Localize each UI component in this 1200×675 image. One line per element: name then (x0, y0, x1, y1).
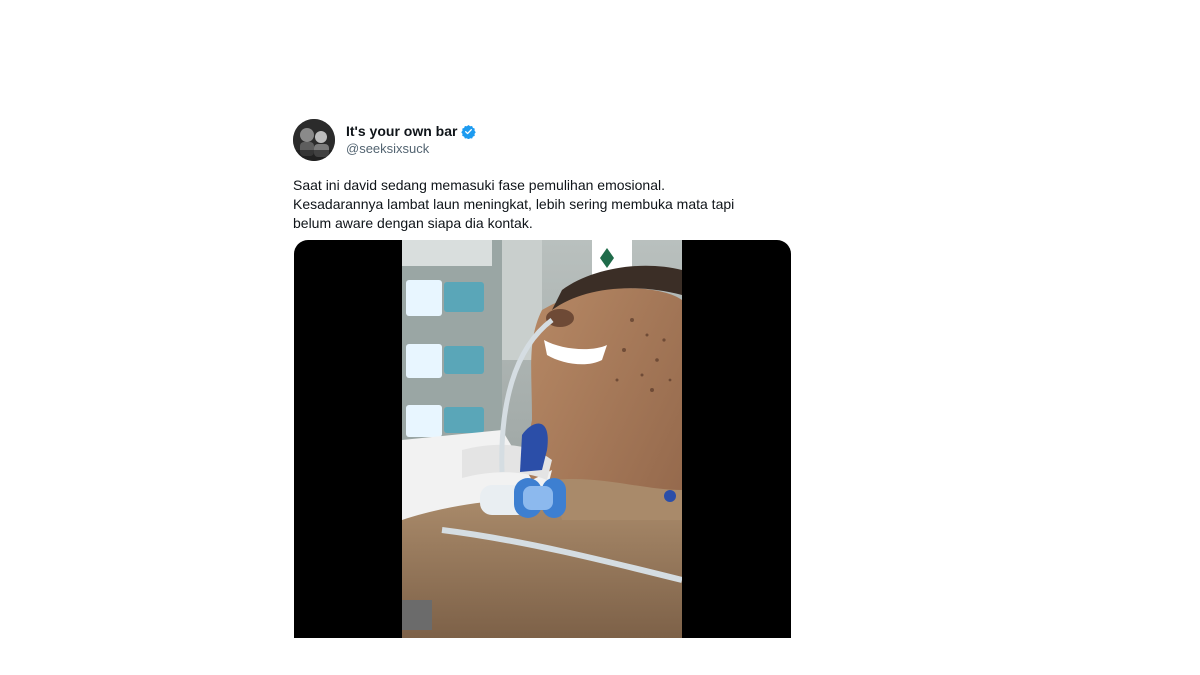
tweet-text-line: Kesadarannya lambat laun meningkat, lebi… (293, 196, 735, 212)
user-handle[interactable]: @seeksixsuck (346, 141, 429, 156)
display-name[interactable]: It's your own bar (346, 123, 457, 139)
video-frame-image (402, 240, 682, 638)
video-frame[interactable] (402, 240, 682, 638)
tweet-card[interactable]: It's your own bar @seeksixsuck Saat ini … (280, 108, 810, 638)
avatar-image (293, 119, 335, 161)
avatar[interactable] (293, 119, 335, 161)
tweet-text-line: Saat ini david sedang memasuki fase pemu… (293, 177, 665, 193)
page-canvas: It's your own bar @seeksixsuck Saat ini … (0, 0, 1200, 675)
verified-badge-icon (461, 124, 477, 139)
tweet-media-video[interactable] (294, 240, 791, 638)
display-name-row: It's your own bar (346, 123, 477, 139)
tweet-text-line: belum aware dengan siapa dia kontak. (293, 215, 533, 231)
tweet-text: Saat ini david sedang memasuki fase pemu… (293, 176, 803, 233)
